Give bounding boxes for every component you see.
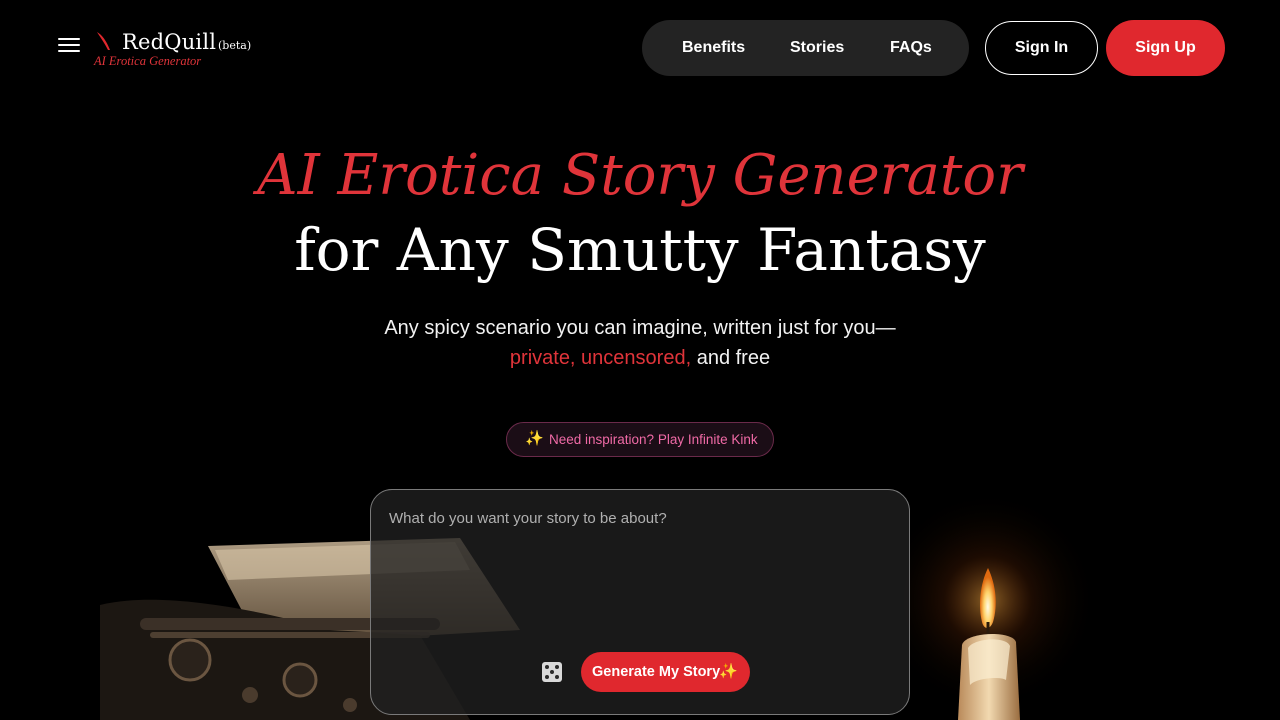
inspiration-button[interactable]: ✨ Need inspiration? Play Infinite Kink xyxy=(506,422,774,457)
story-prompt-input[interactable] xyxy=(389,510,889,640)
generate-story-button[interactable]: Generate My Story ✨ xyxy=(581,652,750,692)
sign-in-button[interactable]: Sign In xyxy=(985,21,1098,75)
nav-stories[interactable]: Stories xyxy=(790,20,844,76)
main-nav: Benefits Stories FAQs xyxy=(642,20,969,76)
logo-name: RedQuill xyxy=(122,30,217,54)
sparkles-icon: ✨ xyxy=(525,430,544,447)
nav-benefits[interactable]: Benefits xyxy=(682,20,745,76)
sign-up-button[interactable]: Sign Up xyxy=(1106,20,1225,76)
subtitle-highlight: private, uncensored, xyxy=(509,347,692,369)
inspiration-label: Need inspiration? Play Infinite Kink xyxy=(549,432,758,447)
beta-badge: (beta) xyxy=(218,39,252,52)
generate-story-label: Generate My Story xyxy=(592,664,721,680)
hero-title-line2: for Any Smutty Fantasy xyxy=(294,216,986,284)
hamburger-menu-icon[interactable] xyxy=(58,38,80,56)
dice-icon[interactable] xyxy=(542,662,562,682)
site-header: RedQuill (beta) AI Erotica Generator Ben… xyxy=(0,0,1280,96)
nav-faqs[interactable]: FAQs xyxy=(890,20,932,76)
hero-title-line1: AI Erotica Story Generator xyxy=(257,143,1023,208)
logo[interactable]: RedQuill (beta) AI Erotica Generator xyxy=(94,30,264,70)
logo-tagline: AI Erotica Generator xyxy=(94,54,202,68)
subtitle-end: and free xyxy=(696,347,771,369)
quill-icon xyxy=(97,32,110,50)
story-prompt-box: Generate My Story ✨ xyxy=(370,489,910,715)
sparkles-icon: ✨ xyxy=(719,663,738,680)
hero-subtitle-line2: private, uncensored, and free xyxy=(0,347,1280,370)
hero-subtitle-line1: Any spicy scenario you can imagine, writ… xyxy=(384,317,896,339)
